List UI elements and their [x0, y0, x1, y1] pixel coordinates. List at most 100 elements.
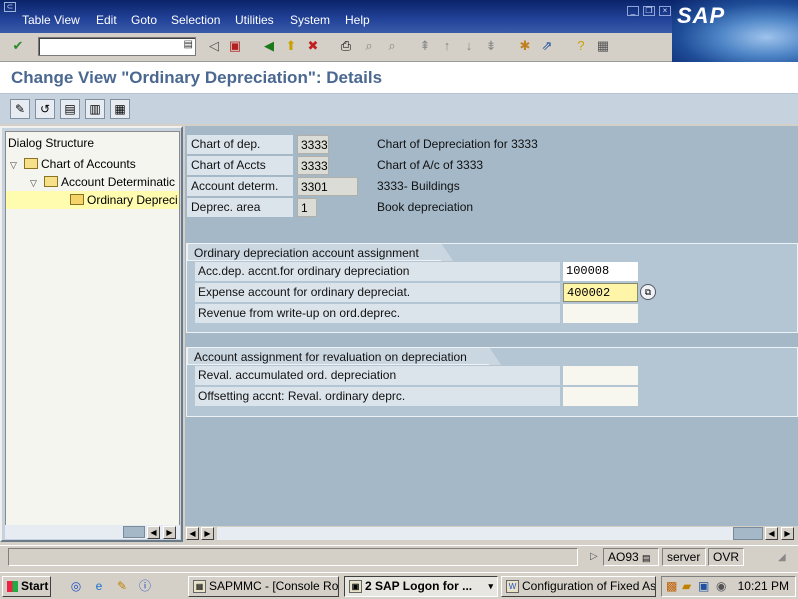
- scroll-right-end-icon[interactable]: ▶: [781, 527, 794, 540]
- tree-node-label: Ordinary Depreci: [87, 193, 178, 207]
- tray-app-icon[interactable]: ▩: [666, 579, 677, 593]
- next-entry-icon[interactable]: ▦: [110, 99, 130, 119]
- expense-account-input[interactable]: 400002: [563, 283, 638, 302]
- internet-explorer-icon[interactable]: e: [91, 578, 107, 594]
- back-icon[interactable]: ◀: [260, 37, 278, 55]
- windows-taskbar: Start ◎ e ✎ ⓘ ▦ SAPMMC - [Console Ro... ▣…: [0, 572, 798, 599]
- task-dropdown-icon: ▾: [488, 581, 493, 591]
- save-icon[interactable]: ▣: [226, 37, 244, 55]
- task-sapmmc[interactable]: ▦ SAPMMC - [Console Ro...: [188, 576, 339, 597]
- menu-selection[interactable]: Selection: [171, 13, 220, 27]
- tree-header: Dialog Structure: [8, 136, 95, 150]
- previous-entry-icon[interactable]: ▥: [85, 99, 105, 119]
- scroll-thumb[interactable]: [733, 527, 763, 540]
- last-page-icon[interactable]: ⇟: [482, 37, 500, 55]
- scroll-left-end-icon[interactable]: ◀: [765, 527, 778, 540]
- system-menu-icon[interactable]: ⊂: [4, 2, 16, 12]
- offsetting-accnt-input[interactable]: [563, 387, 638, 406]
- tree-node-ordinary-depreciation[interactable]: Ordinary Depreci: [6, 191, 179, 209]
- other-entry-icon[interactable]: ↺: [35, 99, 55, 119]
- start-label: Start: [21, 579, 49, 593]
- desktop-icon[interactable]: ◎: [68, 578, 84, 594]
- menu-edit[interactable]: Edit: [96, 13, 117, 27]
- create-session-icon[interactable]: ✱: [516, 37, 534, 55]
- layout-menu-icon[interactable]: ▦: [594, 37, 612, 55]
- sap-logo-text: SAP: [677, 3, 726, 28]
- tray-network-icon[interactable]: ▣: [698, 579, 709, 593]
- deprec-area-label: Deprec. area: [187, 198, 293, 217]
- acc-dep-label: Acc.dep. accnt.for ordinary depreciation: [195, 262, 560, 281]
- help-icon[interactable]: ?: [572, 37, 590, 55]
- expand-triangle-icon[interactable]: ▽: [30, 174, 42, 192]
- clock: 10:21 PM: [737, 579, 789, 593]
- page-title: Change View "Ordinary Depreciation": Det…: [11, 68, 383, 87]
- restore-icon[interactable]: ❐: [643, 6, 655, 16]
- reval-accumulated-input[interactable]: [563, 366, 638, 385]
- quick-launch-icon[interactable]: ✎: [114, 578, 130, 594]
- chart-of-accts-value: 3333: [297, 156, 329, 175]
- scroll-right-icon[interactable]: ▶: [163, 526, 176, 539]
- tree-node-chart-of-accounts[interactable]: ▽ Chart of Accounts: [10, 155, 136, 173]
- task-configuration[interactable]: W Configuration of Fixed As...: [501, 576, 656, 597]
- transaction-code: AO93: [608, 550, 639, 564]
- menu-table-view[interactable]: Table View: [22, 13, 80, 27]
- display-change-icon[interactable]: ✎: [10, 99, 30, 119]
- exit-icon[interactable]: ⬆: [282, 37, 300, 55]
- collapse-command-icon[interactable]: ◁: [205, 37, 223, 55]
- session-list-icon[interactable]: ▤: [642, 553, 651, 563]
- tree-node-label: Account Determinatic: [61, 175, 176, 189]
- shortcut-icon[interactable]: ⇗: [538, 37, 556, 55]
- tree-node-account-determination[interactable]: ▽ Account Determinatic: [30, 173, 175, 191]
- acc-dep-input[interactable]: 100008: [563, 262, 638, 281]
- deprec-area-desc: Book depreciation: [377, 200, 474, 214]
- first-page-icon[interactable]: ⇞: [416, 37, 434, 55]
- account-determ-label: Account determ.: [187, 177, 293, 196]
- value-help-icon[interactable]: ⧉: [640, 284, 656, 300]
- next-page-icon[interactable]: ↓: [460, 37, 478, 55]
- ordinary-depreciation-group: Ordinary depreciation account assignment…: [186, 243, 798, 333]
- chart-of-dep-desc: Chart of Depreciation for 3333: [377, 137, 538, 151]
- scroll-left-icon[interactable]: ◀: [147, 526, 160, 539]
- menu-utilities[interactable]: Utilities: [235, 13, 274, 27]
- scroll-left-icon[interactable]: ◀: [186, 527, 199, 540]
- start-button[interactable]: Start: [2, 576, 51, 597]
- find-icon[interactable]: ⌕: [360, 37, 378, 55]
- find-next-icon[interactable]: ⌕: [383, 37, 401, 55]
- tray-folder-icon[interactable]: ▰: [682, 579, 691, 593]
- application-toolbar: ✎ ↺ ▤ ▥ ▦: [0, 94, 798, 124]
- revaluation-group: Account assignment for revaluation on de…: [186, 347, 798, 417]
- deprec-area-value: 1: [297, 198, 317, 217]
- scroll-right-icon[interactable]: ▶: [201, 527, 214, 540]
- command-history-icon[interactable]: ▤: [184, 39, 193, 50]
- menu-goto-label: Goto: [131, 13, 158, 27]
- word-document-icon: W: [506, 580, 519, 593]
- cancel-icon[interactable]: ✖: [304, 37, 322, 55]
- dialog-structure-tree: Dialog Structure ▽ Chart of Accounts ▽ Acc…: [5, 131, 180, 527]
- server-field: server: [662, 548, 706, 566]
- task-sap-logon[interactable]: ▣ 2 SAP Logon for ... ▾: [344, 576, 498, 597]
- revenue-write-up-input[interactable]: [563, 304, 638, 323]
- close-icon[interactable]: ×: [659, 6, 671, 16]
- enter-check-icon[interactable]: ✔: [9, 37, 27, 55]
- menu-help[interactable]: Help: [345, 13, 370, 27]
- resize-grip-icon[interactable]: ◢: [778, 552, 786, 563]
- expand-triangle-icon[interactable]: ▽: [10, 156, 22, 174]
- status-toggle-icon[interactable]: ▷: [590, 551, 598, 562]
- tree-horizontal-scrollbar[interactable]: ◀ ▶: [5, 525, 180, 539]
- sap-logon-icon: ▣: [349, 580, 362, 593]
- print-icon[interactable]: ⎙: [337, 37, 355, 55]
- scroll-thumb[interactable]: [123, 526, 145, 538]
- info-icon[interactable]: ⓘ: [137, 578, 153, 594]
- previous-page-icon[interactable]: ↑: [438, 37, 456, 55]
- command-field[interactable]: ▤: [38, 37, 196, 56]
- tray-volume-icon[interactable]: ◉: [716, 579, 726, 593]
- menu-system-label: System: [290, 13, 331, 27]
- menu-goto[interactable]: Goto: [131, 13, 157, 27]
- mode-field: OVR: [708, 548, 744, 566]
- minimize-icon[interactable]: _: [627, 6, 639, 16]
- console-icon: ▦: [193, 580, 206, 593]
- main-horizontal-scrollbar[interactable]: ◀ ▶ ◀ ▶: [185, 526, 798, 542]
- menu-system[interactable]: System: [290, 13, 330, 27]
- delete-entry-icon[interactable]: ▤: [60, 99, 80, 119]
- scroll-track[interactable]: [217, 527, 762, 540]
